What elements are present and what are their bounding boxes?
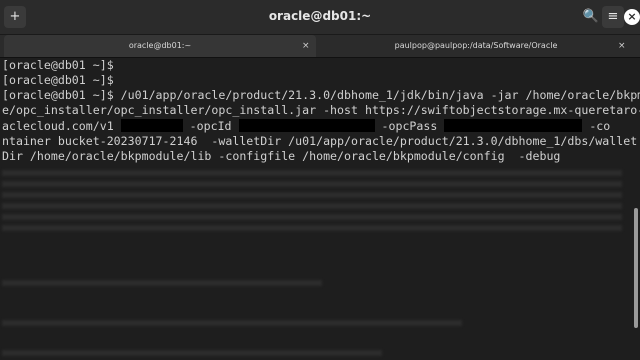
- terminal-line: e/opc_installer/opc_installer/opc_instal…: [2, 103, 640, 117]
- tab-bar: oracle@db01:~ × paulpop@paulpop:/data/So…: [0, 35, 640, 58]
- tab-label: paulpop@paulpop:/data/Software/Oracle: [394, 41, 558, 50]
- background-blur: [2, 350, 382, 356]
- scrollbar[interactable]: [634, 208, 638, 328]
- close-tab-icon[interactable]: ×: [618, 35, 626, 57]
- close-window-button[interactable]: ×: [624, 9, 640, 25]
- terminal-line: aclecloud.com/v1 -opcId -opcPass -co: [2, 119, 610, 134]
- terminal-line: [oracle@db01 ~]$: [2, 73, 114, 87]
- background-blur: [2, 320, 462, 326]
- terminal-text: -opcPass: [381, 119, 438, 133]
- window-title: oracle@db01:~: [268, 9, 372, 23]
- tab-oracle-db01[interactable]: oracle@db01:~ ×: [4, 35, 316, 57]
- background-blur: [2, 280, 322, 286]
- close-tab-icon[interactable]: ×: [302, 35, 310, 57]
- terminal-line: [oracle@db01 ~]$ /u01/app/oracle/product…: [2, 88, 640, 102]
- terminal-text: -opcId: [189, 119, 232, 133]
- redacted-block: [120, 119, 183, 132]
- terminal-text: -co: [589, 119, 611, 133]
- menu-icon[interactable]: ≡: [602, 6, 624, 28]
- terminal-line: ntainer bucket-20230717-2146 -walletDir …: [2, 134, 640, 148]
- redacted-block: [238, 119, 375, 132]
- terminal-line: Dir /home/oracle/bkpmodule/lib -configfi…: [2, 149, 561, 163]
- background-blur: [2, 170, 622, 232]
- tab-label: oracle@db01:~: [128, 41, 192, 50]
- search-icon[interactable]: 🔍: [580, 6, 602, 28]
- title-bar: + oracle@db01:~ 🔍 ≡ ×: [0, 0, 640, 35]
- redacted-block: [444, 119, 583, 132]
- tab-paulpop[interactable]: paulpop@paulpop:/data/Software/Oracle ×: [320, 35, 632, 57]
- terminal-line: [oracle@db01 ~]$: [2, 58, 114, 72]
- terminal-output[interactable]: [oracle@db01 ~]$ [oracle@db01 ~]$ [oracl…: [0, 58, 640, 360]
- terminal-text: aclecloud.com/v1: [2, 119, 114, 133]
